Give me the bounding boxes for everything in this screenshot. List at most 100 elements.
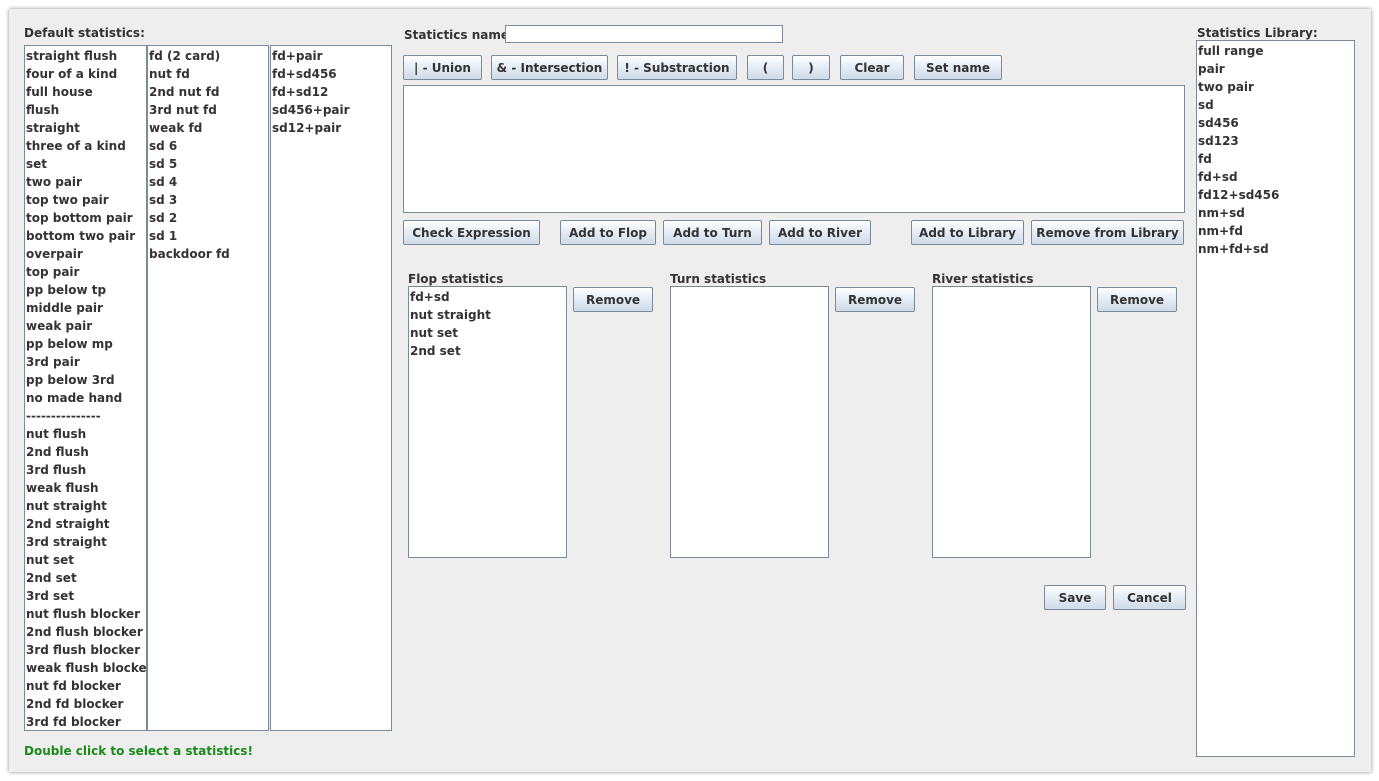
- default-stat-item[interactable]: nut flush: [26, 425, 146, 443]
- default-stat-item[interactable]: four of a kind: [26, 65, 146, 83]
- default-stat-item[interactable]: middle pair: [26, 299, 146, 317]
- default-stat-item[interactable]: straight: [26, 119, 146, 137]
- substraction-button[interactable]: ! - Substraction: [617, 55, 737, 80]
- default-stat-item[interactable]: 2nd straight: [26, 515, 146, 533]
- set-name-button[interactable]: Set name: [914, 55, 1002, 80]
- library-stat-item[interactable]: pair: [1198, 60, 1354, 78]
- library-stat-item[interactable]: two pair: [1198, 78, 1354, 96]
- open-paren-button[interactable]: (: [747, 55, 784, 80]
- turn-remove-button[interactable]: Remove: [835, 287, 915, 312]
- add-to-flop-button[interactable]: Add to Flop: [560, 220, 656, 245]
- cancel-button[interactable]: Cancel: [1113, 585, 1186, 610]
- default-stat-item[interactable]: nut set: [26, 551, 146, 569]
- default-stat-item[interactable]: nut flush blocker: [26, 605, 146, 623]
- river-statistics-list[interactable]: [932, 286, 1091, 558]
- add-to-library-button[interactable]: Add to Library: [911, 220, 1024, 245]
- library-stat-item[interactable]: fd+sd: [1198, 168, 1354, 186]
- flop-stat-item[interactable]: 2nd set: [410, 342, 566, 360]
- default-stat-item[interactable]: top pair: [26, 263, 146, 281]
- default-stat-item[interactable]: sd 2: [149, 209, 268, 227]
- default-stat-item[interactable]: no made hand: [26, 389, 146, 407]
- default-stats-list-2[interactable]: fd (2 card) nut fd 2nd nut fd 3rd nut fd wea…: [147, 45, 269, 731]
- library-stat-item[interactable]: sd: [1198, 96, 1354, 114]
- default-stat-item[interactable]: 3rd straight: [26, 533, 146, 551]
- default-stat-item[interactable]: weak fd: [149, 119, 268, 137]
- default-stat-item[interactable]: sd 4: [149, 173, 268, 191]
- default-stat-item[interactable]: 2nd fd blocker: [26, 695, 146, 713]
- default-stat-item[interactable]: 2nd nut fd: [149, 83, 268, 101]
- default-stat-item[interactable]: 2nd flush blocker: [26, 623, 146, 641]
- statistics-library-list[interactable]: full range pair two pair sd sd456 sd123 fd fd+s…: [1196, 40, 1355, 757]
- flop-stat-item[interactable]: fd+sd: [410, 288, 566, 306]
- default-stat-item[interactable]: fd+sd12: [272, 83, 391, 101]
- library-stat-item[interactable]: nm+sd: [1198, 204, 1354, 222]
- default-stat-item[interactable]: pp below mp: [26, 335, 146, 353]
- default-stat-item[interactable]: 3rd nut fd: [149, 101, 268, 119]
- default-stat-item[interactable]: nut fd blocker: [26, 677, 146, 695]
- statistics-library-label: Statistics Library:: [1197, 26, 1318, 40]
- river-remove-button[interactable]: Remove: [1097, 287, 1177, 312]
- remove-from-library-button[interactable]: Remove from Library: [1031, 220, 1184, 245]
- default-stat-item[interactable]: 3rd fd blocker: [26, 713, 146, 730]
- default-stat-item[interactable]: 3rd flush blocker: [26, 641, 146, 659]
- default-stat-item[interactable]: backdoor fd: [149, 245, 268, 263]
- library-stat-item[interactable]: nm+fd+sd: [1198, 240, 1354, 258]
- intersection-button[interactable]: & - Intersection: [491, 55, 608, 80]
- check-expression-button[interactable]: Check Expression: [403, 220, 540, 245]
- default-stat-item[interactable]: sd 3: [149, 191, 268, 209]
- default-stat-item[interactable]: set: [26, 155, 146, 173]
- statistics-name-input[interactable]: [505, 25, 783, 43]
- expression-textarea[interactable]: [403, 85, 1185, 213]
- default-stats-list-3[interactable]: fd+pair fd+sd456 fd+sd12 sd456+pair sd12+pai…: [270, 45, 392, 731]
- default-stat-item[interactable]: nut fd: [149, 65, 268, 83]
- default-stat-item[interactable]: sd12+pair: [272, 119, 391, 137]
- library-stat-item[interactable]: nm+fd: [1198, 222, 1354, 240]
- default-stat-item[interactable]: top bottom pair: [26, 209, 146, 227]
- library-stat-item[interactable]: full range: [1198, 42, 1354, 60]
- default-stats-list-1[interactable]: straight flush four of a kind full house fl…: [24, 45, 147, 731]
- flop-statistics-list[interactable]: fd+sd nut straight nut set 2nd set: [408, 286, 567, 558]
- close-paren-button[interactable]: ): [792, 55, 830, 80]
- default-stat-item[interactable]: three of a kind: [26, 137, 146, 155]
- add-to-river-button[interactable]: Add to River: [769, 220, 871, 245]
- flop-remove-button[interactable]: Remove: [573, 287, 653, 312]
- default-stat-item[interactable]: weak flush: [26, 479, 146, 497]
- default-stat-item[interactable]: two pair: [26, 173, 146, 191]
- default-stat-item[interactable]: full house: [26, 83, 146, 101]
- default-stat-item[interactable]: 3rd pair: [26, 353, 146, 371]
- default-stat-item[interactable]: sd456+pair: [272, 101, 391, 119]
- default-stat-item[interactable]: ---------------: [26, 407, 146, 425]
- flop-stat-item[interactable]: nut set: [410, 324, 566, 342]
- default-statistics-label: Default statistics:: [24, 26, 145, 40]
- union-button[interactable]: | - Union: [403, 55, 482, 80]
- flop-stat-item[interactable]: nut straight: [410, 306, 566, 324]
- default-stat-item[interactable]: nut straight: [26, 497, 146, 515]
- default-stat-item[interactable]: flush: [26, 101, 146, 119]
- default-stat-item[interactable]: fd (2 card): [149, 47, 268, 65]
- clear-button[interactable]: Clear: [840, 55, 904, 80]
- default-stat-item[interactable]: weak pair: [26, 317, 146, 335]
- default-stat-item[interactable]: sd 6: [149, 137, 268, 155]
- library-stat-item[interactable]: fd12+sd456: [1198, 186, 1354, 204]
- default-stat-item[interactable]: 2nd set: [26, 569, 146, 587]
- add-to-turn-button[interactable]: Add to Turn: [663, 220, 762, 245]
- default-stat-item[interactable]: top two pair: [26, 191, 146, 209]
- library-stat-item[interactable]: fd: [1198, 150, 1354, 168]
- default-stat-item[interactable]: fd+pair: [272, 47, 391, 65]
- default-stat-item[interactable]: weak flush blocker: [26, 659, 146, 677]
- default-stat-item[interactable]: pp below tp: [26, 281, 146, 299]
- default-stat-item[interactable]: 2nd flush: [26, 443, 146, 461]
- default-stat-item[interactable]: 3rd set: [26, 587, 146, 605]
- library-stat-item[interactable]: sd456: [1198, 114, 1354, 132]
- default-stat-item[interactable]: fd+sd456: [272, 65, 391, 83]
- turn-statistics-list[interactable]: [670, 286, 829, 558]
- default-stat-item[interactable]: 3rd flush: [26, 461, 146, 479]
- default-stat-item[interactable]: pp below 3rd: [26, 371, 146, 389]
- default-stat-item[interactable]: straight flush: [26, 47, 146, 65]
- default-stat-item[interactable]: bottom two pair: [26, 227, 146, 245]
- default-stat-item[interactable]: sd 5: [149, 155, 268, 173]
- default-stat-item[interactable]: sd 1: [149, 227, 268, 245]
- default-stat-item[interactable]: overpair: [26, 245, 146, 263]
- library-stat-item[interactable]: sd123: [1198, 132, 1354, 150]
- save-button[interactable]: Save: [1044, 585, 1106, 610]
